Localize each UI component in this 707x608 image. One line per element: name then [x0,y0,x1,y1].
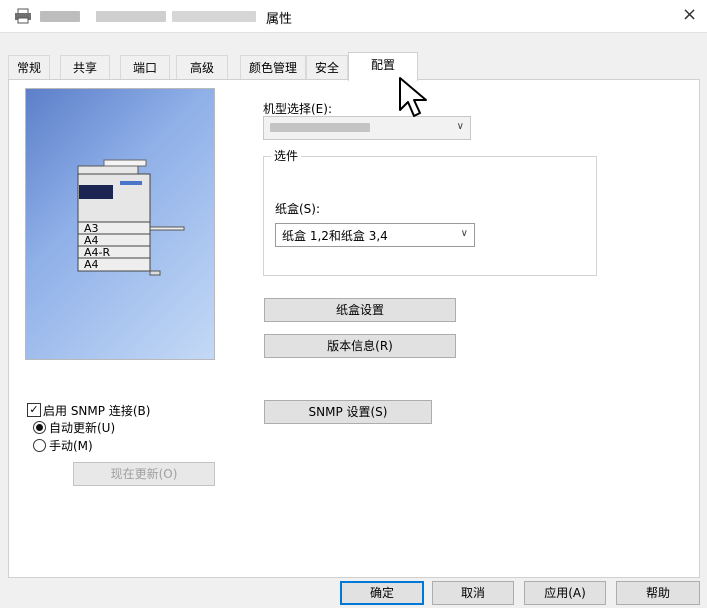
tab-sharing[interactable]: 共享 [60,55,110,80]
title-bar: 属性 × [0,0,707,33]
update-now-button[interactable]: 现在更新(O) [73,462,215,486]
redacted-name [172,11,256,22]
tray-label: 纸盒(S): [275,202,321,216]
tab-general[interactable]: 常规 [8,55,50,80]
window-title: 属性 [266,12,293,27]
snmp-enable-checkbox[interactable]: ✓ [27,403,41,417]
tab-color-management[interactable]: 颜色管理 [240,55,306,80]
help-button[interactable]: 帮助 [616,581,700,605]
manual-update-label: 手动(M) [49,439,93,453]
tab-panel: A3 A4 A4-R A4 机型选择(E): ∨ 选件 纸盒(S): 纸盒 1,… [8,79,700,578]
auto-update-radio[interactable] [33,421,46,434]
ok-button[interactable]: 确定 [340,581,424,605]
tray-select[interactable]: 纸盒 1,2和纸盒 3,4 ∨ [275,223,475,247]
copier-illustration [77,159,185,276]
redacted-name [40,11,80,22]
redacted-name [96,11,166,22]
tab-strip: 常规 共享 端口 高级 颜色管理 安全 配置 [8,52,698,81]
version-info-button[interactable]: 版本信息(R) [264,334,456,358]
manual-update-radio[interactable] [33,439,46,452]
printer-icon [15,8,31,24]
auto-update-label: 自动更新(U) [49,421,116,435]
apply-button[interactable]: 应用(A) [524,581,606,605]
chevron-down-icon: ∨ [460,228,468,239]
mouse-cursor-icon [399,77,427,117]
tray-settings-button[interactable]: 纸盒设置 [264,298,456,322]
printer-preview: A3 A4 A4-R A4 [25,88,215,360]
cancel-button[interactable]: 取消 [432,581,514,605]
snmp-enable-label: 启用 SNMP 连接(B) [43,404,151,418]
model-select-label: 机型选择(E): [263,102,332,116]
close-icon[interactable]: × [682,4,697,25]
redacted-model [270,123,370,132]
options-group-label: 选件 [271,147,302,164]
paper-size-label: A4 [84,258,99,271]
tab-ports[interactable]: 端口 [120,55,170,80]
tab-security[interactable]: 安全 [306,55,348,80]
tab-advanced[interactable]: 高级 [176,55,228,80]
chevron-down-icon: ∨ [456,121,464,132]
snmp-settings-button[interactable]: SNMP 设置(S) [264,400,432,424]
model-select[interactable]: ∨ [263,116,471,140]
tray-select-value: 纸盒 1,2和纸盒 3,4 [282,229,388,243]
